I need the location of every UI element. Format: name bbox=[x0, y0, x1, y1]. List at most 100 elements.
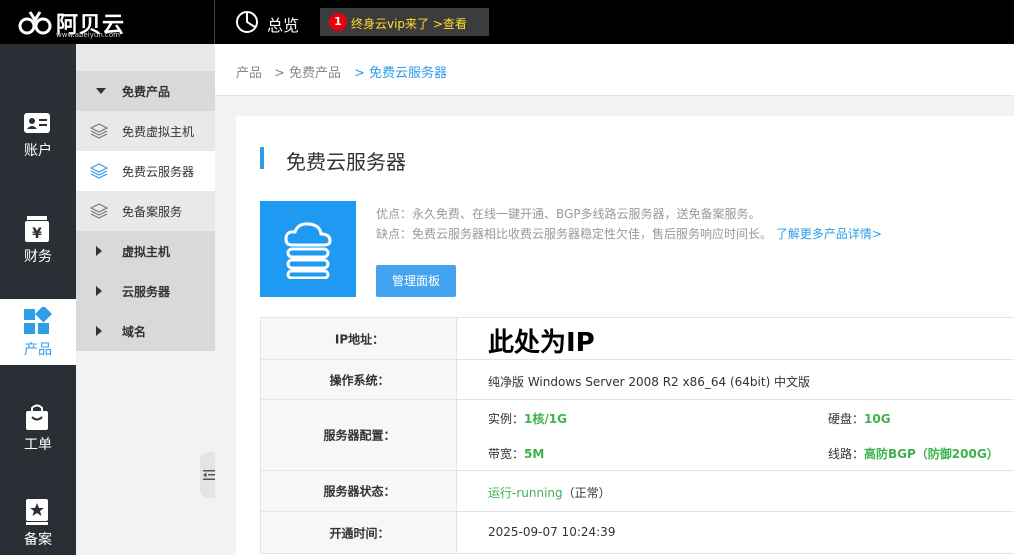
subnav-label: 免费虚拟主机 bbox=[122, 125, 195, 139]
cpu-label: 实例： bbox=[488, 412, 525, 426]
caret-right-icon bbox=[96, 326, 102, 336]
nav-item-tickets[interactable]: 工单 bbox=[0, 394, 76, 460]
product-sidebar: 免费产品 免费虚拟主机 免费云服务器 免备案服务 虚拟主机 云服务器 域名 bbox=[76, 44, 215, 555]
status-value-wrap: 运行-running（正常） bbox=[488, 484, 611, 501]
line-value: 高防BGP（防御200G） bbox=[864, 447, 999, 461]
disk-value: 10G bbox=[864, 412, 891, 426]
more-details-link[interactable]: 了解更多产品详情> bbox=[776, 227, 882, 241]
star-doc-icon bbox=[26, 499, 48, 525]
cloud-server-icon bbox=[284, 222, 332, 279]
yen-icon: ¥ bbox=[25, 216, 49, 242]
info-key: 开通时间： bbox=[260, 512, 457, 553]
status-label: 服务器状态： bbox=[323, 484, 396, 499]
vip-text: 终身云vip来了 >查看 bbox=[351, 17, 467, 31]
layers-icon bbox=[90, 203, 108, 219]
info-key: IP地址： bbox=[260, 318, 457, 359]
info-key: 服务器配置： bbox=[260, 400, 457, 470]
product-cons: 缺点：免费云服务器相比收费云服务器稳定性欠佳，售后服务响应时间长。 bbox=[376, 227, 773, 241]
cpu-spec: 实例：1核/1G bbox=[488, 410, 567, 427]
info-key: 操作系统： bbox=[260, 360, 457, 399]
subnav-group-free-products[interactable]: 免费产品 bbox=[76, 71, 215, 111]
bandwidth-value: 5M bbox=[524, 447, 545, 461]
nav-label-products: 产品 bbox=[24, 342, 52, 358]
open-time-value: 2025-09-07 10:24:39 bbox=[488, 525, 616, 539]
line-spec: 线路：高防BGP（防御200G） bbox=[828, 445, 999, 462]
info-row-ip: IP地址： 此处为IP bbox=[260, 318, 1014, 360]
layers-icon bbox=[90, 163, 108, 179]
breadcrumb-current: > 免费云服务器 bbox=[354, 66, 448, 81]
manage-panel-button[interactable]: 管理面板 bbox=[376, 265, 456, 297]
notification-badge: 1 bbox=[329, 13, 347, 31]
id-card-icon bbox=[24, 113, 50, 133]
status-value: 运行-running bbox=[488, 486, 563, 500]
layers-icon bbox=[90, 123, 108, 139]
subnav-group-domain[interactable]: 域名 bbox=[76, 311, 215, 351]
breadcrumb-products[interactable]: 产品 bbox=[236, 62, 262, 81]
product-image bbox=[260, 201, 356, 297]
os-value: 纯净版 Windows Server 2008 R2 x86_64 (64bit… bbox=[488, 375, 811, 389]
status-note: （正常） bbox=[562, 486, 611, 500]
nav-label-filing: 备案 bbox=[24, 532, 52, 548]
product-card: 免费云服务器 优点：永久免费、在线一键开通、BGP多线路云服务器，送免备案服务。… bbox=[236, 116, 1014, 555]
bandwidth-spec: 带宽：5M bbox=[488, 445, 544, 462]
open-time-label: 开通时间： bbox=[329, 526, 390, 540]
subnav-background bbox=[76, 351, 215, 555]
config-label: 服务器配置： bbox=[323, 428, 396, 443]
info-row-os: 操作系统： 纯净版 Windows Server 2008 R2 x86_64 … bbox=[260, 360, 1014, 400]
nav-item-products[interactable]: 产品 bbox=[0, 299, 76, 365]
grid-icon bbox=[24, 307, 52, 334]
bandwidth-label: 带宽： bbox=[488, 447, 525, 461]
subnav-group-cloud-server[interactable]: 云服务器 bbox=[76, 271, 215, 311]
os-label: 操作系统： bbox=[329, 373, 390, 387]
subnav-label: 免费产品 bbox=[122, 85, 171, 99]
nav-item-finance[interactable]: ¥ 财务 bbox=[0, 206, 76, 272]
product-pros: 优点：永久免费、在线一键开通、BGP多线路云服务器，送免备案服务。 bbox=[376, 207, 761, 221]
svg-text:¥: ¥ bbox=[32, 226, 42, 242]
pie-chart-icon bbox=[236, 11, 258, 33]
subnav-item-filing-free[interactable]: 免备案服务 bbox=[76, 191, 215, 231]
main-sidebar: 账户 ¥ 财务 产品 工单 备案 bbox=[0, 44, 76, 555]
info-key: 服务器状态： bbox=[260, 471, 457, 511]
ip-label: IP地址： bbox=[334, 332, 385, 346]
nav-label-tickets: 工单 bbox=[24, 437, 52, 453]
subnav-item-free-cloud-server[interactable]: 免费云服务器 bbox=[76, 151, 215, 191]
subnav-label: 免备案服务 bbox=[122, 205, 183, 219]
info-row-open-time: 开通时间： 2025-09-07 10:24:39 bbox=[260, 512, 1014, 554]
subnav-spacer bbox=[76, 44, 215, 71]
caret-down-icon bbox=[96, 88, 106, 94]
caret-right-icon bbox=[96, 286, 102, 296]
page-title: 免费云服务器 bbox=[286, 150, 406, 174]
top-bar: 阿贝云 www.abeiyun.com 总览 1 终身云vip来了 >查看 bbox=[0, 0, 1014, 44]
nav-item-filing[interactable]: 备案 bbox=[0, 489, 76, 555]
disk-spec: 硬盘：10G bbox=[828, 410, 891, 427]
server-info-table: IP地址： 此处为IP 操作系统： 纯净版 Windows Server 200… bbox=[260, 317, 1014, 554]
subnav-group-vhost[interactable]: 虚拟主机 bbox=[76, 231, 215, 271]
ip-value: 此处为IP bbox=[488, 328, 595, 358]
caret-right-icon bbox=[96, 246, 102, 256]
bag-icon bbox=[26, 404, 48, 430]
vip-banner[interactable]: 1 终身云vip来了 >查看 bbox=[320, 8, 489, 36]
subnav-label: 虚拟主机 bbox=[122, 245, 171, 259]
nav-label-account: 账户 bbox=[24, 143, 52, 159]
nav-item-account[interactable]: 账户 bbox=[0, 100, 76, 166]
nav-label-finance: 财务 bbox=[24, 249, 52, 265]
breadcrumb-free-products[interactable]: > 免费产品 bbox=[274, 62, 341, 81]
logo-url: www.abeiyun.com bbox=[56, 31, 120, 39]
subnav-item-free-vhost[interactable]: 免费虚拟主机 bbox=[76, 111, 215, 151]
disk-label: 硬盘： bbox=[828, 412, 865, 426]
info-row-config: 服务器配置： 实例：1核/1G 硬盘：10G 带宽：5M 线路：高防BGP（防御… bbox=[260, 400, 1014, 471]
collapse-icon bbox=[203, 470, 215, 480]
logo[interactable]: 阿贝云 www.abeiyun.com bbox=[18, 6, 198, 40]
subnav-label: 域名 bbox=[122, 325, 147, 339]
overview-label: 总览 bbox=[267, 16, 300, 35]
cpu-value: 1核/1G bbox=[524, 412, 567, 426]
topbar-divider bbox=[214, 0, 215, 44]
subnav-label: 免费云服务器 bbox=[122, 165, 195, 179]
sidebar-collapse-button[interactable] bbox=[200, 452, 215, 498]
info-row-status: 服务器状态： 运行-running（正常） bbox=[260, 471, 1014, 512]
product-cons-line: 缺点：免费云服务器相比收费云服务器稳定性欠佳，售后服务响应时间长。 了解更多产品… bbox=[376, 225, 882, 242]
breadcrumb: 产品 > 免费产品 > 免费云服务器 bbox=[215, 44, 1014, 96]
subnav-label: 云服务器 bbox=[122, 285, 171, 299]
line-label: 线路： bbox=[828, 447, 865, 461]
title-accent bbox=[260, 147, 264, 169]
